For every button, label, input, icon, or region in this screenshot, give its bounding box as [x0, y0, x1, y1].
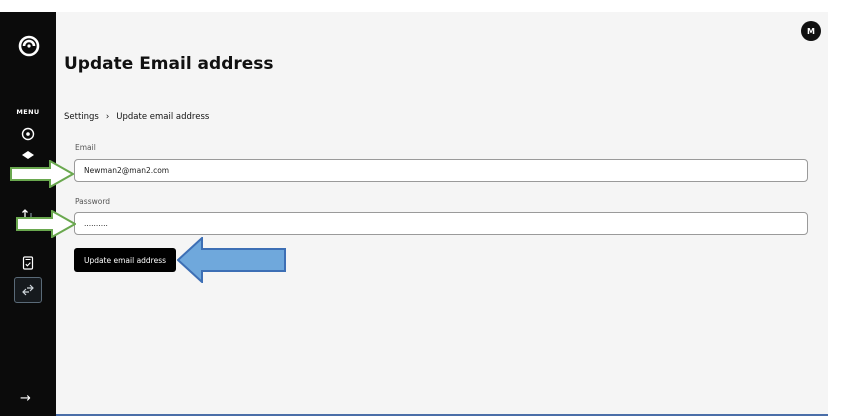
password-label: Password	[75, 197, 111, 206]
breadcrumb-current: Update email address	[116, 112, 210, 122]
password-value: ..........	[84, 219, 108, 228]
exchange-icon	[22, 284, 34, 296]
sidebar-item-exchange[interactable]	[14, 277, 42, 303]
green-arrow-email-icon	[10, 160, 74, 188]
page-title: Update Email address	[64, 54, 274, 74]
blue-arrow-button-icon	[177, 237, 286, 283]
bottom-divider	[56, 414, 828, 416]
password-field[interactable]: ..........	[74, 212, 808, 235]
menu-label: MENU	[16, 108, 40, 116]
email-field[interactable]: Newman2@man2.com	[74, 159, 808, 182]
dashboard-icon	[21, 127, 35, 141]
breadcrumb-separator: ›	[105, 112, 110, 122]
sidebar-item-documents[interactable]	[19, 254, 37, 272]
avatar[interactable]: M	[801, 21, 821, 41]
app-logo-icon[interactable]	[18, 35, 40, 57]
email-value: Newman2@man2.com	[84, 166, 170, 175]
email-label: Email	[75, 143, 96, 152]
document-check-icon	[22, 256, 34, 270]
sidebar-item-dashboard[interactable]	[19, 125, 37, 143]
update-email-button[interactable]: Update email address	[74, 248, 176, 272]
green-arrow-password-icon	[16, 210, 76, 238]
collapse-sidebar-icon[interactable]: →	[20, 391, 31, 406]
breadcrumb: Settings › Update email address	[64, 112, 209, 122]
breadcrumb-settings[interactable]: Settings	[64, 112, 99, 122]
